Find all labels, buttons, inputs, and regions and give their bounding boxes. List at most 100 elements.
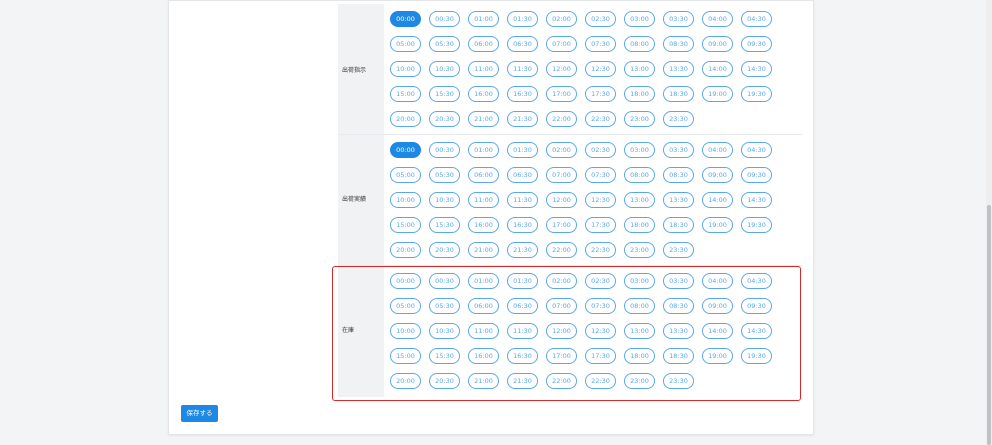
time-chip[interactable]: 21:30 xyxy=(507,373,538,389)
time-chip[interactable]: 08:00 xyxy=(624,167,655,183)
time-chip[interactable]: 14:30 xyxy=(741,61,772,77)
time-chip[interactable]: 01:00 xyxy=(468,142,499,158)
time-chip[interactable]: 13:30 xyxy=(663,61,694,77)
time-chip[interactable]: 12:00 xyxy=(546,323,577,339)
time-chip[interactable]: 23:30 xyxy=(663,373,694,389)
time-chip[interactable]: 11:00 xyxy=(468,192,499,208)
time-chip[interactable]: 07:30 xyxy=(585,36,616,52)
time-chip[interactable]: 15:30 xyxy=(429,348,460,364)
time-chip[interactable]: 13:00 xyxy=(624,323,655,339)
time-chip[interactable]: 16:00 xyxy=(468,217,499,233)
time-chip[interactable]: 14:00 xyxy=(702,61,733,77)
time-chip[interactable]: 12:00 xyxy=(546,192,577,208)
time-chip[interactable]: 17:00 xyxy=(546,86,577,102)
time-chip[interactable]: 15:00 xyxy=(390,86,421,102)
time-chip[interactable]: 21:00 xyxy=(468,111,499,127)
time-chip[interactable]: 00:30 xyxy=(429,11,460,27)
time-chip[interactable]: 12:30 xyxy=(585,61,616,77)
time-chip[interactable]: 01:00 xyxy=(468,273,499,289)
time-chip[interactable]: 09:30 xyxy=(741,36,772,52)
time-chip[interactable]: 19:00 xyxy=(702,348,733,364)
time-chip[interactable]: 18:30 xyxy=(663,348,694,364)
time-chip[interactable]: 17:00 xyxy=(546,217,577,233)
time-chip[interactable]: 08:00 xyxy=(624,298,655,314)
time-chip[interactable]: 07:30 xyxy=(585,167,616,183)
time-chip[interactable]: 19:30 xyxy=(741,86,772,102)
time-chip[interactable]: 03:30 xyxy=(663,11,694,27)
time-chip[interactable]: 16:00 xyxy=(468,86,499,102)
time-chip[interactable]: 03:30 xyxy=(663,273,694,289)
time-chip[interactable]: 04:30 xyxy=(741,273,772,289)
time-chip[interactable]: 22:00 xyxy=(546,373,577,389)
time-chip[interactable]: 22:30 xyxy=(585,373,616,389)
time-chip[interactable]: 23:00 xyxy=(624,242,655,258)
time-chip[interactable]: 15:00 xyxy=(390,217,421,233)
time-chip[interactable]: 00:00 xyxy=(390,142,421,158)
time-chip[interactable]: 04:30 xyxy=(741,142,772,158)
time-chip[interactable]: 22:30 xyxy=(585,111,616,127)
time-chip[interactable]: 00:30 xyxy=(429,273,460,289)
time-chip[interactable]: 02:00 xyxy=(546,11,577,27)
time-chip[interactable]: 09:00 xyxy=(702,36,733,52)
scrollbar-thumb[interactable] xyxy=(987,205,991,445)
time-chip[interactable]: 16:00 xyxy=(468,348,499,364)
time-chip[interactable]: 09:00 xyxy=(702,167,733,183)
time-chip[interactable]: 14:00 xyxy=(702,192,733,208)
time-chip[interactable]: 05:00 xyxy=(390,298,421,314)
time-chip[interactable]: 14:00 xyxy=(702,323,733,339)
save-button[interactable]: 保存する xyxy=(181,405,218,422)
time-chip[interactable]: 20:30 xyxy=(429,242,460,258)
time-chip[interactable]: 06:00 xyxy=(468,36,499,52)
time-chip[interactable]: 07:00 xyxy=(546,167,577,183)
time-chip[interactable]: 15:30 xyxy=(429,217,460,233)
time-chip[interactable]: 23:00 xyxy=(624,373,655,389)
time-chip[interactable]: 21:00 xyxy=(468,373,499,389)
time-chip[interactable]: 18:30 xyxy=(663,86,694,102)
time-chip[interactable]: 10:00 xyxy=(390,192,421,208)
time-chip[interactable]: 01:30 xyxy=(507,11,538,27)
time-chip[interactable]: 08:30 xyxy=(663,167,694,183)
time-chip[interactable]: 15:00 xyxy=(390,348,421,364)
time-chip[interactable]: 03:30 xyxy=(663,142,694,158)
time-chip[interactable]: 17:00 xyxy=(546,348,577,364)
time-chip[interactable]: 00:00 xyxy=(390,273,421,289)
time-chip[interactable]: 19:30 xyxy=(741,348,772,364)
time-chip[interactable]: 01:30 xyxy=(507,142,538,158)
time-chip[interactable]: 09:30 xyxy=(741,167,772,183)
time-chip[interactable]: 19:30 xyxy=(741,217,772,233)
time-chip[interactable]: 10:30 xyxy=(429,61,460,77)
time-chip[interactable]: 06:30 xyxy=(507,167,538,183)
time-chip[interactable]: 20:30 xyxy=(429,111,460,127)
time-chip[interactable]: 05:30 xyxy=(429,298,460,314)
time-chip[interactable]: 18:00 xyxy=(624,86,655,102)
time-chip[interactable]: 02:30 xyxy=(585,11,616,27)
time-chip[interactable]: 03:00 xyxy=(624,11,655,27)
time-chip[interactable]: 21:00 xyxy=(468,242,499,258)
time-chip[interactable]: 13:00 xyxy=(624,61,655,77)
time-chip[interactable]: 04:00 xyxy=(702,11,733,27)
time-chip[interactable]: 04:00 xyxy=(702,273,733,289)
time-chip[interactable]: 10:30 xyxy=(429,192,460,208)
time-chip[interactable]: 08:00 xyxy=(624,36,655,52)
time-chip[interactable]: 11:30 xyxy=(507,192,538,208)
time-chip[interactable]: 21:30 xyxy=(507,242,538,258)
time-chip[interactable]: 10:30 xyxy=(429,323,460,339)
time-chip[interactable]: 14:30 xyxy=(741,323,772,339)
time-chip[interactable]: 05:30 xyxy=(429,167,460,183)
time-chip[interactable]: 23:00 xyxy=(624,111,655,127)
time-chip[interactable]: 17:30 xyxy=(585,217,616,233)
time-chip[interactable]: 06:30 xyxy=(507,36,538,52)
time-chip[interactable]: 22:30 xyxy=(585,242,616,258)
time-chip[interactable]: 02:30 xyxy=(585,273,616,289)
time-chip[interactable]: 13:30 xyxy=(663,192,694,208)
time-chip[interactable]: 07:00 xyxy=(546,36,577,52)
time-chip[interactable]: 20:30 xyxy=(429,373,460,389)
time-chip[interactable]: 20:00 xyxy=(390,242,421,258)
time-chip[interactable]: 17:30 xyxy=(585,86,616,102)
time-chip[interactable]: 12:00 xyxy=(546,61,577,77)
time-chip[interactable]: 09:00 xyxy=(702,298,733,314)
time-chip[interactable]: 00:30 xyxy=(429,142,460,158)
time-chip[interactable]: 08:30 xyxy=(663,298,694,314)
time-chip[interactable]: 23:30 xyxy=(663,111,694,127)
time-chip[interactable]: 03:00 xyxy=(624,273,655,289)
